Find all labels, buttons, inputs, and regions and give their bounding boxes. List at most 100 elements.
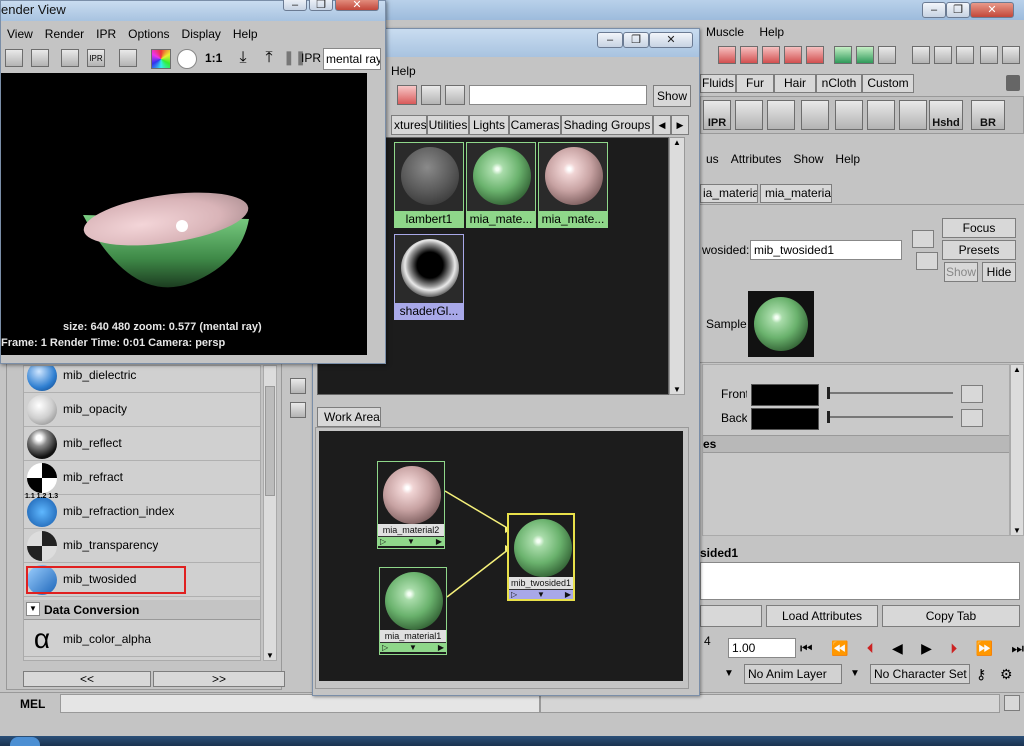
front-color-swatch[interactable] [751, 384, 819, 406]
magnet-icon[interactable] [740, 46, 758, 64]
remove-image-icon[interactable]: ⤒ [259, 49, 279, 69]
rv-close-button[interactable]: ✕ [335, 0, 379, 11]
rv-menu-view[interactable]: View [1, 25, 39, 43]
hs-search-input[interactable] [469, 85, 647, 105]
hs-tab-textures[interactable]: xtures [391, 115, 427, 135]
hs-menu-help[interactable]: Help [391, 64, 416, 78]
create-list-item[interactable]: 1.1 1.2 1.3 mib_refraction_index [24, 493, 260, 529]
ae-menu-item[interactable]: Attributes [725, 150, 788, 170]
material-swatch[interactable]: mia_mate... [466, 142, 536, 228]
magnet-icon[interactable] [762, 46, 780, 64]
material-swatch[interactable]: lambert1 [394, 142, 464, 228]
data-conversion-section[interactable]: ▼ Data Conversion [24, 600, 260, 620]
collapse-arrow-icon[interactable]: ▼ [26, 602, 40, 616]
back-map-button-icon[interactable] [961, 409, 983, 427]
render-settings-icon[interactable] [735, 100, 763, 130]
scroll-down-icon[interactable]: ▼ [264, 651, 276, 660]
front-slider-track[interactable] [827, 392, 953, 394]
graph-icon[interactable] [290, 402, 306, 418]
back-color-swatch[interactable] [751, 408, 819, 430]
render-scrollbar[interactable] [367, 73, 385, 355]
graph-node-ports[interactable]: ▷ ▼ ▶ [509, 589, 573, 599]
ae-menu-item[interactable]: Help [829, 150, 866, 170]
step-forward-key-icon[interactable]: ⏩ [976, 638, 993, 658]
main-maximize-button[interactable]: ❐ [946, 2, 970, 18]
snapshot-camera-icon[interactable] [31, 49, 49, 67]
create-list-item[interactable]: mib_refract [24, 461, 260, 495]
presets-button[interactable]: Presets [942, 240, 1016, 260]
hs-minimize-button[interactable]: – [597, 32, 623, 48]
output-port-icon[interactable]: ▶ [436, 537, 442, 546]
ae-section-header[interactable]: es [703, 435, 1009, 453]
go-to-start-icon[interactable]: ⏮ [800, 638, 813, 658]
hs-tab-cameras[interactable]: Cameras [509, 115, 561, 135]
back-slider-track[interactable] [827, 416, 953, 418]
ae-menu-item[interactable]: us [700, 150, 725, 170]
redo-render-icon[interactable] [5, 49, 23, 67]
ipr-render-icon[interactable] [934, 46, 952, 64]
keep-image-icon[interactable]: ⤓ [233, 49, 253, 69]
create-list-item[interactable]: mib_opacity [24, 393, 260, 427]
graph-node[interactable]: mia_material2 ▷ ▼ ▶ [377, 461, 445, 549]
trash-icon[interactable] [1006, 75, 1020, 91]
key-icon[interactable]: ⚷ [976, 664, 998, 684]
create-list-scroll-thumb[interactable] [265, 386, 275, 496]
load-attributes-button[interactable]: Load Attributes [766, 605, 878, 627]
start-button-icon[interactable] [10, 737, 40, 746]
graph-materials-icon[interactable] [397, 85, 417, 105]
command-input[interactable] [60, 694, 540, 713]
delete-history-icon[interactable] [835, 100, 863, 130]
ae-select-button[interactable] [700, 605, 762, 627]
notes-field[interactable] [700, 562, 1020, 600]
pause-icon[interactable]: ❚❚ [283, 49, 306, 69]
copy-tab-button[interactable]: Copy Tab [882, 605, 1020, 627]
select-input-icon[interactable] [912, 230, 934, 248]
play-forward-icon[interactable]: ▶ [921, 638, 932, 658]
input-port-icon[interactable]: ▷ [382, 643, 388, 652]
br-icon[interactable]: BR [971, 100, 1005, 130]
real-size-button[interactable]: 1:1 [205, 51, 222, 65]
clipboard-icon[interactable] [878, 46, 896, 64]
step-forward-frame-icon[interactable]: ⏵ [950, 638, 957, 658]
flask-icon[interactable] [867, 100, 895, 130]
menu-help[interactable]: Help [753, 23, 790, 41]
ipr-icon[interactable]: IPR [87, 49, 105, 67]
magnet-icon[interactable] [806, 46, 824, 64]
rv-menu-ipr[interactable]: IPR [90, 25, 122, 43]
menu-muscle[interactable]: Muscle [700, 23, 750, 41]
create-list-item[interactable]: mib_transparency [24, 529, 260, 563]
material-swatch[interactable]: shaderGl... [394, 234, 464, 320]
magnet-icon[interactable] [784, 46, 802, 64]
rv-menu-render[interactable]: Render [39, 25, 90, 43]
scroll-left-button[interactable]: << [23, 671, 151, 687]
tab-scroll-left-icon[interactable]: ◀ [653, 115, 671, 135]
main-close-button[interactable]: ✕ [970, 2, 1014, 18]
ae-tab-mia-material2[interactable]: mia_material2 [760, 184, 832, 203]
material-swatch[interactable]: mia_mate... [538, 142, 608, 228]
expand-ports-icon[interactable]: ▼ [537, 590, 545, 599]
hide-button[interactable]: Hide [982, 262, 1016, 282]
scroll-up-icon[interactable]: ▲ [1011, 365, 1023, 374]
output-port-icon[interactable]: ▶ [565, 590, 571, 599]
hs-show-button[interactable]: Show [653, 85, 691, 107]
scroll-right-button[interactable]: >> [153, 671, 285, 687]
create-list-item[interactable]: α mib_color_alpha [24, 623, 260, 657]
shelf-tab[interactable]: nCloth [816, 74, 862, 93]
ae-scrollbar[interactable]: ▲ ▼ [1010, 364, 1024, 536]
tab-scroll-right-icon[interactable]: ▶ [671, 115, 689, 135]
layout-icon[interactable] [1002, 46, 1020, 64]
render-settings-icon[interactable] [119, 49, 137, 67]
rv-menu-help[interactable]: Help [227, 25, 264, 43]
renderer-select[interactable]: mental ray [323, 48, 381, 70]
graph-node-ports[interactable]: ▷ ▼ ▶ [380, 642, 446, 652]
paint-brush-icon[interactable] [899, 100, 927, 130]
hs-tab-utilities[interactable]: Utilities [427, 115, 469, 135]
graph-node[interactable]: mib_twosided1 ▷ ▼ ▶ [507, 513, 575, 601]
hs-tab-shading-groups[interactable]: Shading Groups [561, 115, 653, 135]
main-minimize-button[interactable]: – [922, 2, 946, 18]
graph-node[interactable]: mia_material1 ▷ ▼ ▶ [379, 567, 447, 655]
front-slider-handle[interactable] [827, 387, 830, 399]
anim-layer-select[interactable]: No Anim Layer [744, 664, 842, 684]
swatch-scrollbar[interactable]: ▲ ▼ [669, 137, 685, 395]
input-port-icon[interactable]: ▷ [380, 537, 386, 546]
